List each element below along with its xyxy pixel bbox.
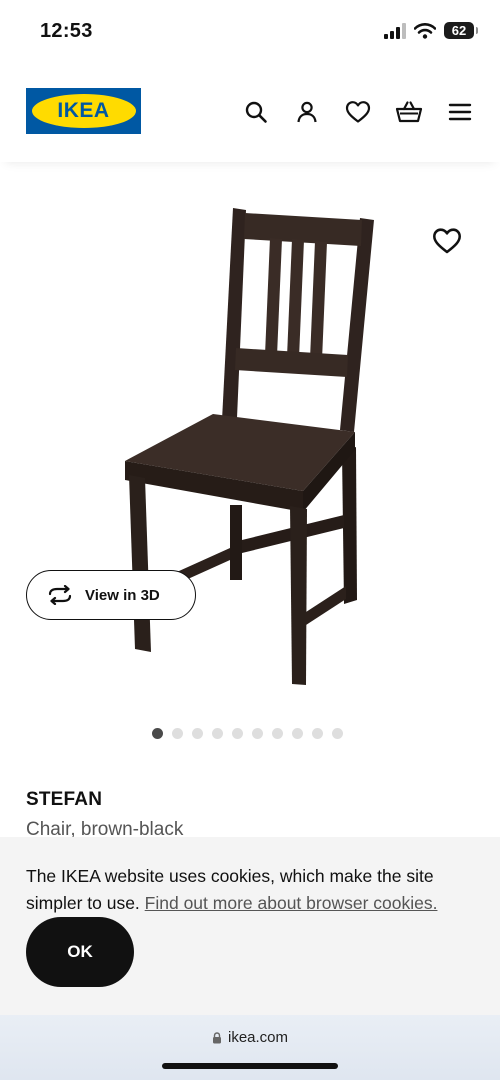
site-header: IKEA: [0, 64, 500, 162]
ikea-logo[interactable]: IKEA: [26, 88, 141, 134]
product-name: STEFAN: [26, 789, 103, 810]
rotate-3d-icon: [48, 585, 72, 605]
carousel-dot[interactable]: [272, 728, 283, 739]
basket-icon[interactable]: [395, 98, 423, 126]
signal-icon: [384, 22, 406, 39]
wifi-icon: [414, 22, 436, 39]
carousel-dot[interactable]: [292, 728, 303, 739]
carousel-dot[interactable]: [332, 728, 343, 739]
favourites-icon[interactable]: [344, 98, 372, 126]
carousel-dot[interactable]: [212, 728, 223, 739]
cookie-info-link[interactable]: Find out more about browser cookies.: [145, 893, 438, 913]
logo-oval: IKEA: [31, 94, 136, 128]
product-image[interactable]: [0, 170, 500, 720]
carousel-dot[interactable]: [252, 728, 263, 739]
url-text: ikea.com: [227, 1029, 289, 1046]
carousel-dot[interactable]: [192, 728, 203, 739]
logo-text: IKEA: [57, 99, 110, 122]
carousel-dot[interactable]: [172, 728, 183, 739]
status-icons: 62: [384, 22, 478, 39]
carousel-dot[interactable]: [232, 728, 243, 739]
lock-icon: [212, 1031, 221, 1043]
heart-icon: [433, 228, 461, 254]
carousel-dot[interactable]: [312, 728, 323, 739]
url-display[interactable]: ikea.com: [0, 1029, 500, 1046]
add-to-favourites-button[interactable]: [432, 226, 462, 256]
home-indicator[interactable]: [162, 1063, 338, 1069]
status-time: 12:53: [40, 20, 93, 42]
search-icon[interactable]: [242, 98, 270, 126]
cookie-banner: The IKEA website uses cookies, which mak…: [0, 837, 500, 1015]
header-icons: [242, 98, 474, 126]
status-bar: 12:53 62: [0, 0, 500, 64]
image-carousel-dots: [152, 728, 343, 739]
view-in-3d-button[interactable]: View in 3D: [26, 570, 196, 620]
account-icon[interactable]: [293, 98, 321, 126]
cookie-message: The IKEA website uses cookies, which mak…: [26, 863, 486, 917]
menu-icon[interactable]: [446, 98, 474, 126]
battery-level: 62: [451, 23, 467, 38]
carousel-dot[interactable]: [152, 728, 163, 739]
cookie-ok-button[interactable]: OK: [26, 917, 134, 987]
battery-icon: 62: [444, 22, 478, 39]
browser-address-bar[interactable]: ikea.com: [0, 1015, 500, 1080]
view-in-3d-label: View in 3D: [85, 586, 160, 604]
